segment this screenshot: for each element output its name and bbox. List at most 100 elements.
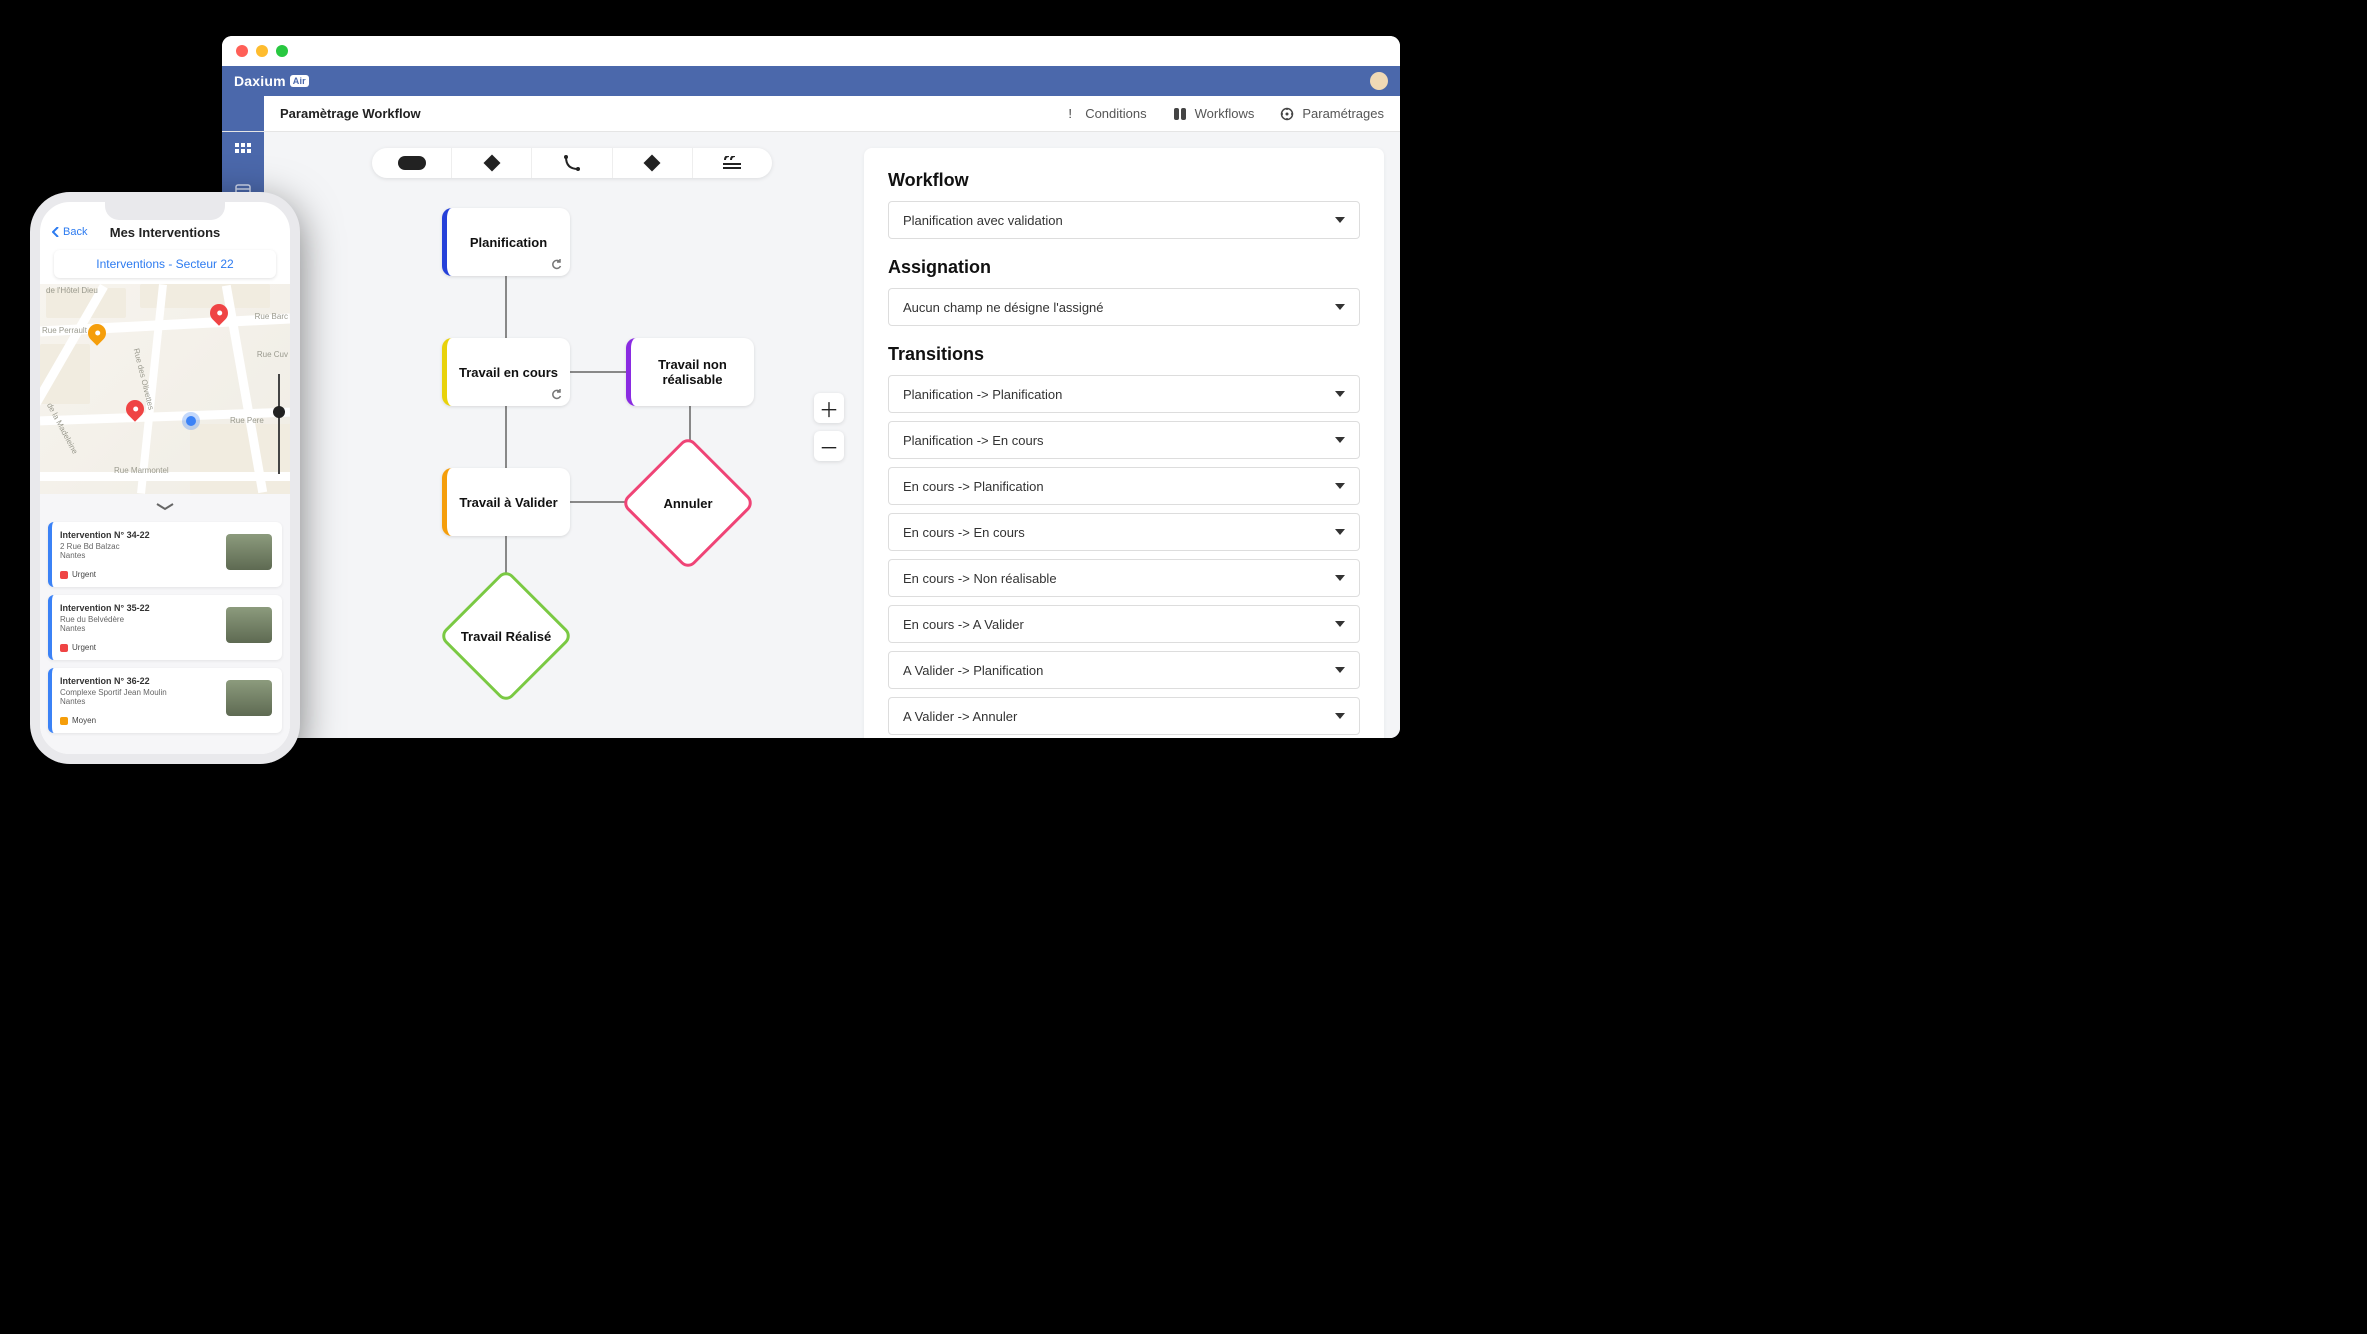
transition-row[interactable]: Planification -> Planification xyxy=(888,375,1360,413)
workflow-select-value: Planification avec validation xyxy=(903,213,1063,228)
transitions-list: Planification -> Planification Planificat… xyxy=(888,375,1360,735)
node-label: Travail Réalisé xyxy=(461,629,551,644)
chevron-down-icon xyxy=(1335,304,1345,310)
cycle-icon xyxy=(550,388,562,400)
intervention-card[interactable]: Intervention N° 34-222 Rue Bd BalzacNant… xyxy=(48,522,282,587)
nav-parametrages-label: Paramétrages xyxy=(1302,106,1384,121)
transition-row[interactable]: En cours -> Planification xyxy=(888,467,1360,505)
node-travail-realise[interactable]: Travail Réalisé xyxy=(458,588,554,684)
transition-label: En cours -> A Valider xyxy=(903,617,1024,632)
zoom-controls: ＋ － xyxy=(814,393,844,461)
shape-connector-button[interactable] xyxy=(532,148,612,178)
transition-label: A Valider -> Planification xyxy=(903,663,1043,678)
card-title: Intervention N° 36-22 xyxy=(60,676,216,686)
node-planification[interactable]: Planification xyxy=(442,208,570,276)
priority-dot-icon xyxy=(60,717,68,725)
warning-icon: ! xyxy=(1063,107,1077,121)
close-window-button[interactable] xyxy=(236,45,248,57)
assignation-heading: Assignation xyxy=(888,257,1360,278)
intervention-card[interactable]: Intervention N° 36-22 Complexe Sportif Je… xyxy=(48,668,282,733)
assignation-select[interactable]: Aucun champ ne désigne l'assigné xyxy=(888,288,1360,326)
filter-pill-label: Interventions - Secteur 22 xyxy=(96,257,233,271)
phone-header: Back Mes Interventions xyxy=(40,202,290,244)
chevron-down-icon xyxy=(1335,391,1345,397)
card-address: Complexe Sportif Jean Moulin xyxy=(60,688,216,697)
properties-panel: Workflow Planification avec validation A… xyxy=(864,148,1384,738)
card-thumbnail xyxy=(226,534,272,570)
node-label: Annuler xyxy=(663,496,712,511)
brand-name: Daxium xyxy=(234,73,286,89)
drag-handle-icon[interactable] xyxy=(156,498,174,516)
chevron-down-icon xyxy=(1335,621,1345,627)
shape-rectangle-button[interactable] xyxy=(372,148,452,178)
intervention-card[interactable]: Intervention N° 35-22Rue du BelvédèreNan… xyxy=(48,595,282,660)
minimize-window-button[interactable] xyxy=(256,45,268,57)
shape-toolbar xyxy=(372,148,772,178)
card-thumbnail xyxy=(226,607,272,643)
chevron-down-icon xyxy=(1335,217,1345,223)
transition-label: Planification -> En cours xyxy=(903,433,1044,448)
columns-icon xyxy=(1173,107,1187,121)
nav-parametrages[interactable]: Paramétrages xyxy=(1280,106,1384,121)
maximize-window-button[interactable] xyxy=(276,45,288,57)
gear-icon xyxy=(1280,107,1294,121)
node-label: Travail à Valider xyxy=(459,495,557,510)
zoom-slider-knob[interactable] xyxy=(273,406,285,418)
nav-conditions[interactable]: ! Conditions xyxy=(1063,106,1146,121)
transition-row[interactable]: En cours -> A Valider xyxy=(888,605,1360,643)
assignation-select-value: Aucun champ ne désigne l'assigné xyxy=(903,300,1104,315)
canvas-area: Planification Travail en cours Travail n… xyxy=(264,132,1400,738)
transition-row[interactable]: En cours -> En cours xyxy=(888,513,1360,551)
toolbar-sidebar-spacer xyxy=(222,96,264,131)
app-toolbar: Paramètrage Workflow ! Conditions Workfl… xyxy=(222,96,1400,132)
cycle-icon xyxy=(550,258,562,270)
node-travail-en-cours[interactable]: Travail en cours xyxy=(442,338,570,406)
street-label: Rue Cuv xyxy=(257,350,288,359)
zoom-out-button[interactable]: － xyxy=(814,431,844,461)
app-titlebar: Daxium Air xyxy=(222,66,1400,96)
nav-workflows-label: Workflows xyxy=(1195,106,1255,121)
phone-title: Mes Interventions xyxy=(40,225,290,240)
transition-label: En cours -> Planification xyxy=(903,479,1044,494)
desktop-window: Daxium Air Paramètrage Workflow ! Condit… xyxy=(222,36,1400,738)
card-address: Rue du Belvédère xyxy=(60,615,216,624)
mac-window-controls xyxy=(222,36,1400,66)
transition-row[interactable]: A Valider -> Annuler xyxy=(888,697,1360,735)
node-annuler[interactable]: Annuler xyxy=(640,455,736,551)
card-priority: Urgent xyxy=(60,570,216,579)
street-label: de l'Hôtel Dieu xyxy=(46,286,98,295)
node-travail-a-valider[interactable]: Travail à Valider xyxy=(442,468,570,536)
map[interactable]: de l'Hôtel Dieu Rue Perrault Rue des Oli… xyxy=(40,284,290,494)
avatar[interactable] xyxy=(1370,72,1388,90)
nav-workflows[interactable]: Workflows xyxy=(1173,106,1255,121)
current-location-icon xyxy=(186,416,196,426)
workflow-select[interactable]: Planification avec validation xyxy=(888,201,1360,239)
transition-row[interactable]: A Valider -> Planification xyxy=(888,651,1360,689)
shape-diamond-button[interactable] xyxy=(452,148,532,178)
chevron-down-icon xyxy=(1335,437,1345,443)
transition-row[interactable]: Planification -> En cours xyxy=(888,421,1360,459)
diagram-canvas[interactable]: Planification Travail en cours Travail n… xyxy=(280,148,846,722)
sidebar-grid-icon[interactable] xyxy=(234,142,252,160)
street-label: de la Madeleine xyxy=(45,401,79,455)
card-thumbnail xyxy=(226,680,272,716)
transition-label: En cours -> En cours xyxy=(903,525,1025,540)
card-city: Nantes xyxy=(60,551,216,560)
street-label: Rue Perrault xyxy=(42,326,87,335)
zoom-in-button[interactable]: ＋ xyxy=(814,393,844,423)
shape-list-button[interactable] xyxy=(693,148,772,178)
card-title: Intervention N° 35-22 xyxy=(60,603,216,613)
card-address: 2 Rue Bd Balzac xyxy=(60,542,216,551)
shape-diamond2-button[interactable] xyxy=(613,148,693,178)
transitions-heading: Transitions xyxy=(888,344,1360,365)
brand-suffix: Air xyxy=(290,75,309,87)
zoom-slider-track[interactable] xyxy=(278,374,280,474)
workflow-heading: Workflow xyxy=(888,170,1360,191)
node-travail-non-realisable[interactable]: Travail non réalisable xyxy=(626,338,754,406)
filter-pill[interactable]: Interventions - Secteur 22 xyxy=(54,250,276,278)
card-city: Nantes xyxy=(60,697,216,706)
transition-row[interactable]: En cours -> Non réalisable xyxy=(888,559,1360,597)
chevron-down-icon xyxy=(1335,483,1345,489)
card-priority: Moyen xyxy=(60,716,216,725)
street-label: Rue Pere xyxy=(230,416,264,425)
